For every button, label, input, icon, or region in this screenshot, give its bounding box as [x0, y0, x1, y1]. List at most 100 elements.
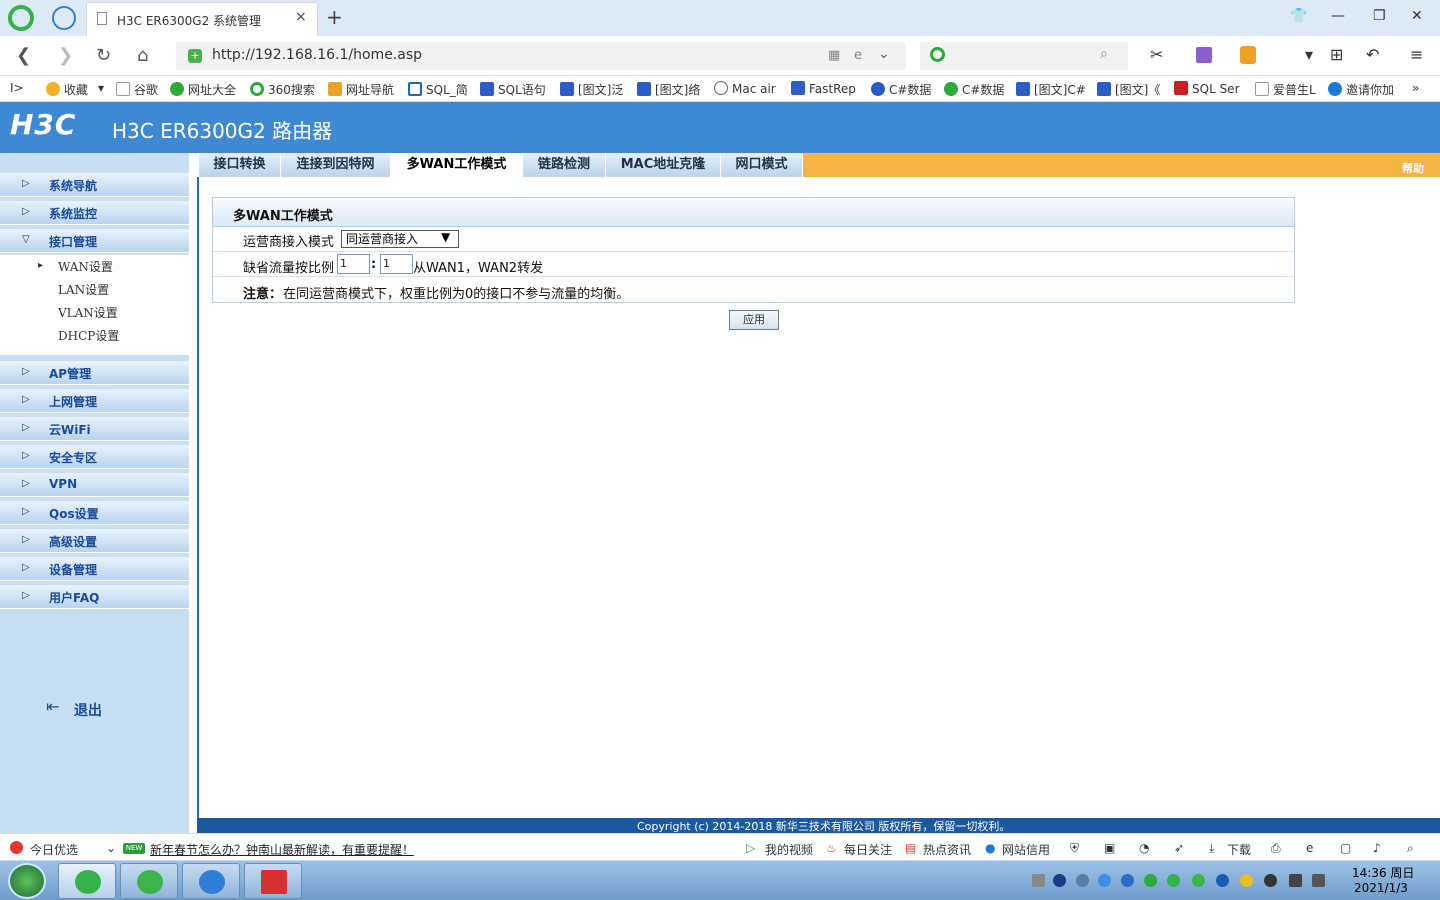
feige-tray-icon[interactable]	[1216, 874, 1229, 887]
taskbar-wechat[interactable]	[120, 863, 178, 899]
sidebar-item-internet[interactable]: ▷ 上网管理	[0, 389, 189, 413]
taskbar-app[interactable]	[244, 863, 302, 899]
bookmark-toggle[interactable]: I>	[10, 81, 24, 95]
submenu-lan[interactable]: LAN设置	[58, 281, 109, 298]
sidebar-item-system-monitor[interactable]: ▷ 系统监控	[0, 201, 189, 225]
person-tray-icon[interactable]	[1264, 874, 1277, 887]
status-hot-news[interactable]: 热点资讯	[923, 841, 971, 858]
tab-multi-wan[interactable]: 多WAN工作模式	[391, 153, 523, 177]
bookmark-item[interactable]: C#数据	[944, 81, 1004, 98]
bookmark-item[interactable]: 网址大全	[170, 81, 236, 98]
logout-link[interactable]: 退出	[74, 700, 102, 720]
chevron-down-icon[interactable]: ▼	[441, 230, 450, 244]
new-tab-button[interactable]: +	[326, 5, 343, 29]
sidebar-item-interface-mgmt[interactable]: ▽ 接口管理	[0, 229, 189, 253]
sidebar-item-system-nav[interactable]: ▷ 系统导航	[0, 173, 189, 197]
restore-icon[interactable]: ❐	[1373, 8, 1386, 24]
print-icon[interactable]: ⎙	[1271, 841, 1281, 856]
submenu-vlan[interactable]: VLAN设置	[58, 304, 118, 321]
undo-icon[interactable]: ↶	[1366, 45, 1379, 64]
shirt-icon[interactable]: 👕	[1290, 8, 1307, 24]
chevron-down-icon[interactable]: ⌄	[106, 841, 116, 855]
status-daily-focus[interactable]: 每日关注	[844, 841, 892, 858]
reload-icon[interactable]: ↻	[96, 45, 111, 66]
security-tray-icon[interactable]	[1144, 874, 1157, 887]
bookmark-item[interactable]: 谷歌	[116, 81, 158, 98]
bookmark-item[interactable]: [图文]C#	[1016, 81, 1086, 98]
help-link[interactable]: 帮助	[1402, 160, 1424, 176]
bookmark-dropdown[interactable]: ▾	[98, 81, 104, 95]
bookmark-item[interactable]: 邀请你加	[1328, 81, 1394, 98]
translate-icon[interactable]	[1196, 47, 1212, 63]
minimize-icon[interactable]: —	[1331, 8, 1345, 24]
wan2-weight-input[interactable]: 1	[380, 254, 413, 274]
browser-logo-icon[interactable]	[8, 5, 34, 31]
bookmark-item[interactable]: 爱普生L	[1255, 81, 1316, 98]
today-picks[interactable]: 今日优选	[30, 841, 78, 858]
apply-button[interactable]: 应用	[729, 310, 779, 330]
address-bar[interactable]: + http://192.168.16.1/home.asp ▦ e ⌄	[176, 42, 906, 70]
bookmark-item[interactable]: FastRep	[791, 81, 856, 96]
scissors-icon[interactable]: ✂	[1150, 45, 1163, 64]
window-icon[interactable]: ▢	[1340, 841, 1351, 855]
home-icon[interactable]: ⌂	[137, 45, 148, 66]
sidebar-item-advanced[interactable]: ▷ 高级设置	[0, 529, 189, 553]
ie-mode-icon[interactable]: e	[854, 48, 862, 63]
bookmark-item[interactable]: SQL_简	[408, 81, 468, 98]
sidebar-item-qos[interactable]: ▷ Qos设置	[0, 501, 189, 525]
bookmarks-overflow[interactable]: »	[1412, 81, 1419, 95]
clock-time[interactable]: 14:36 周日	[1352, 864, 1414, 881]
chevron-down-icon[interactable]: ⌄	[878, 46, 890, 62]
menu-icon[interactable]: ≡	[1410, 45, 1423, 64]
close-tab-button[interactable]: ×	[295, 9, 307, 25]
back-icon[interactable]: ❮	[16, 45, 31, 66]
ie-icon[interactable]: e	[1306, 841, 1313, 855]
cloud-icon[interactable]	[1098, 874, 1111, 887]
sidebar-item-cloud-wifi[interactable]: ▷ 云WiFi	[0, 417, 189, 441]
submenu-dhcp[interactable]: DHCP设置	[58, 327, 119, 344]
bookmark-item[interactable]: 360搜索	[250, 81, 315, 98]
navigation-arrow-icon[interactable]	[52, 6, 76, 30]
tab-link-detect[interactable]: 链路检测	[523, 153, 606, 177]
sidebar-item-ap[interactable]: ▷ AP管理	[0, 361, 189, 385]
shield-tray-icon[interactable]	[1121, 874, 1134, 887]
bookmark-item[interactable]: Mac air	[714, 81, 776, 96]
wechat-tray-icon[interactable]	[1192, 874, 1205, 887]
speed-icon[interactable]: ◔	[1139, 841, 1149, 855]
bookmark-item[interactable]: [图文]络	[637, 81, 700, 98]
search-icon[interactable]: ⌕	[1100, 46, 1108, 62]
image-icon[interactable]: ▣	[1104, 841, 1115, 855]
shield-icon[interactable]: ⛨	[1070, 841, 1079, 856]
shield-icon[interactable]	[1240, 46, 1256, 64]
grid-icon[interactable]: ⊞	[1330, 45, 1343, 64]
network-icon[interactable]	[1289, 874, 1302, 887]
taskbar-browser[interactable]	[58, 863, 116, 899]
status-download[interactable]: 下载	[1227, 841, 1251, 858]
sidebar-item-faq[interactable]: ▷ 用户FAQ	[0, 585, 189, 609]
bookmark-item[interactable]: SQL语句	[480, 81, 546, 98]
forward-icon[interactable]: ❯	[58, 45, 73, 66]
address-url[interactable]: http://192.168.16.1/home.asp	[212, 47, 422, 63]
browser-tab[interactable]: H3C ER6300G2 系统管理 ×	[86, 2, 318, 36]
status-my-video[interactable]: 我的视频	[765, 841, 813, 858]
tray-plus-icon[interactable]	[1240, 874, 1253, 887]
news-ticker[interactable]: 新年春节怎么办？钟南山最新解读，有重要提醒！	[150, 841, 414, 858]
chevron-down-icon[interactable]: ▾	[1305, 45, 1313, 64]
logout-icon[interactable]: ⇤	[46, 697, 59, 716]
download-icon[interactable]: ⤓	[1209, 841, 1214, 856]
search-box[interactable]: ⌕	[920, 42, 1128, 70]
start-button-icon[interactable]	[8, 863, 46, 899]
sound-icon[interactable]: ♪	[1373, 841, 1381, 855]
tab-connect-internet[interactable]: 连接到因特网	[281, 153, 391, 177]
bookmark-item[interactable]: 网址导航	[328, 81, 394, 98]
sidebar-item-vpn[interactable]: ▷ VPN	[0, 473, 189, 497]
tray-arrow-icon[interactable]	[1076, 874, 1089, 887]
bookmark-item[interactable]: [图文]泛	[560, 81, 623, 98]
rocket-icon[interactable]: ➶	[1174, 841, 1184, 855]
bookmark-item[interactable]: SQL Ser	[1174, 81, 1240, 96]
bookmark-item[interactable]: [图文]《	[1097, 81, 1160, 98]
clock-date[interactable]: 2021/1/3	[1354, 881, 1408, 895]
submenu-wan[interactable]: WAN设置	[58, 258, 113, 275]
taskbar-feige[interactable]	[182, 863, 240, 899]
close-window-icon[interactable]: ✕	[1411, 8, 1423, 24]
